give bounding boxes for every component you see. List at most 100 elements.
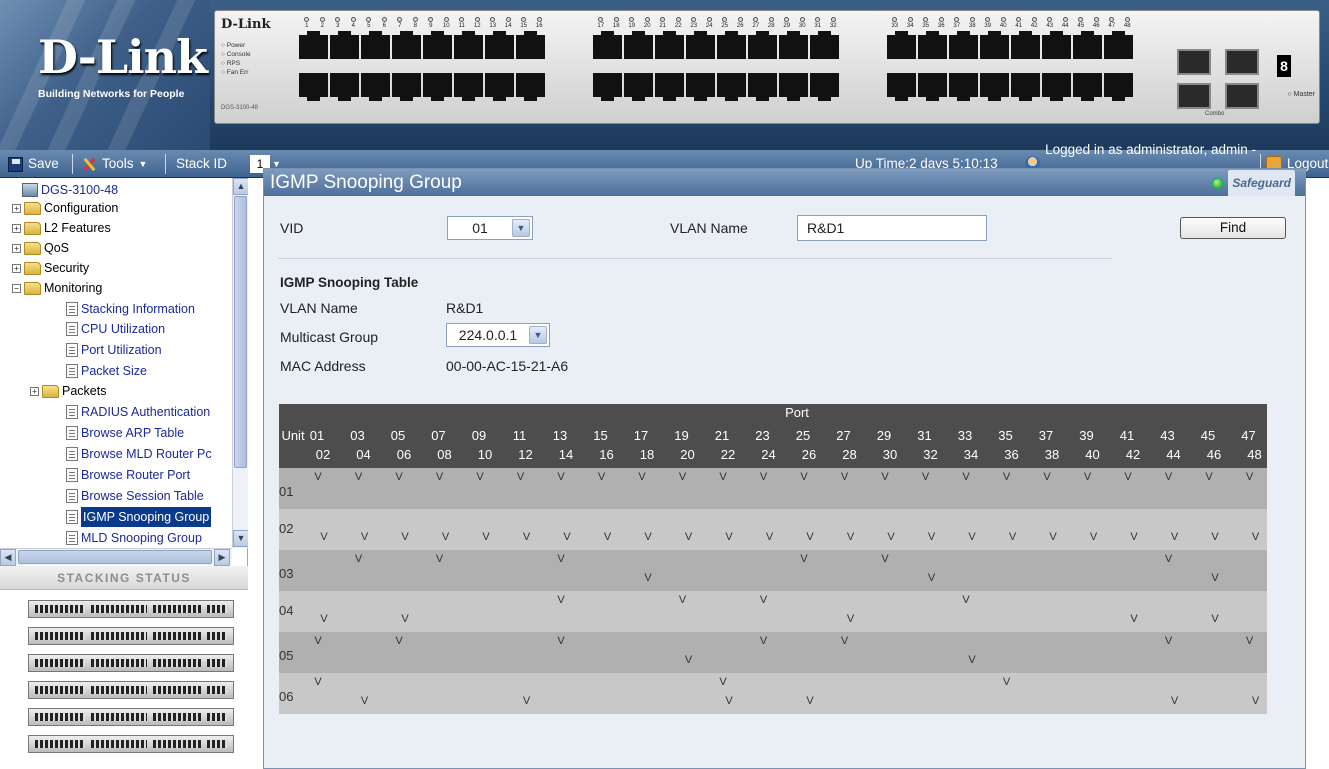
stack-unit-icon[interactable] [28,708,234,726]
sidebar-item-security[interactable]: + Security [12,258,89,278]
ethernet-port[interactable] [361,73,390,101]
ethernet-port[interactable] [593,31,622,59]
ethernet-port[interactable] [423,73,452,101]
sidebar-item-monitoring[interactable]: − Monitoring [12,278,102,298]
sidebar-item-cpu-utilization[interactable]: CPU Utilization [66,319,165,339]
scroll-down-icon[interactable]: ▼ [233,530,248,547]
scroll-up-icon[interactable]: ▲ [233,178,248,195]
chevron-down-icon[interactable]: ▼ [529,326,547,344]
multicast-group-select[interactable]: 224.0.0.1 ▼ [446,323,550,347]
scroll-thumb[interactable] [18,550,212,564]
ethernet-port[interactable] [1011,73,1040,101]
ethernet-port[interactable] [423,31,452,59]
stack-unit-icon[interactable] [28,681,234,699]
ethernet-port[interactable] [779,73,808,101]
ethernet-port[interactable] [887,73,916,101]
ethernet-port[interactable] [361,31,390,59]
ethernet-port[interactable] [1011,31,1040,59]
sidebar-item-packet-size[interactable]: Packet Size [66,361,147,381]
find-button[interactable]: Find [1180,217,1286,239]
sidebar-item-stacking-information[interactable]: Stacking Information [66,299,195,319]
ethernet-port[interactable] [949,73,978,101]
ethernet-port[interactable] [980,73,1009,101]
expand-icon[interactable]: + [12,203,21,213]
sidebar-item-mld-snooping-group[interactable]: MLD Snooping Group [66,528,202,548]
ethernet-port[interactable] [624,31,653,59]
ethernet-port[interactable] [748,73,777,101]
ethernet-port[interactable] [810,31,839,59]
ethernet-port[interactable] [887,31,916,59]
ethernet-port[interactable] [330,31,359,59]
expand-icon[interactable]: + [30,386,39,396]
port-member-mark: V [684,654,693,666]
ethernet-port[interactable] [810,73,839,101]
ethernet-port[interactable] [1073,73,1102,101]
ethernet-port[interactable] [918,73,947,101]
ethernet-port[interactable] [655,73,684,101]
ethernet-port[interactable] [454,73,483,101]
sfp-port[interactable] [1225,49,1259,75]
sidebar-item-qos[interactable]: + QoS [12,238,69,258]
vid-select[interactable]: 01 ▼ [447,216,533,240]
ethernet-port[interactable] [655,31,684,59]
stack-unit-icon[interactable] [28,627,234,645]
chevron-down-icon[interactable]: ▼ [512,219,530,237]
ethernet-port[interactable] [1073,31,1102,59]
ethernet-port[interactable] [485,73,514,101]
sfp-port[interactable] [1177,83,1211,109]
ethernet-port[interactable] [1104,31,1133,59]
sidebar-item-browse-mld-router-port[interactable]: Browse MLD Router Pc [66,444,212,464]
ethernet-port[interactable] [949,31,978,59]
tree-root[interactable]: DGS-3100-48 [22,180,118,200]
ethernet-port[interactable] [980,31,1009,59]
expand-icon[interactable]: + [12,223,21,233]
ethernet-port[interactable] [686,31,715,59]
sidebar-item-radius-authentication[interactable]: RADIUS Authentication [66,402,210,422]
ethernet-port[interactable] [686,73,715,101]
stack-unit-icon[interactable] [28,654,234,672]
save-button[interactable]: Save [8,150,59,178]
ethernet-port[interactable] [1042,73,1071,101]
device-front-panel[interactable]: D-Link ○ Power ○ Console ○ RPS ○ Fan Err… [214,10,1320,124]
sidebar-vertical-scrollbar[interactable]: ▲ ▼ [232,178,248,548]
ethernet-port[interactable] [748,31,777,59]
scroll-thumb[interactable] [234,196,247,468]
ethernet-port[interactable] [392,73,421,101]
ethernet-port[interactable] [299,73,328,101]
sidebar-item-igmp-snooping-group[interactable]: IGMP Snooping Group [66,507,212,527]
sidebar-horizontal-scrollbar[interactable]: ◀ ▶ [0,548,232,566]
sidebar-item-l2-features[interactable]: + L2 Features [12,218,111,238]
sidebar-item-configuration[interactable]: + Configuration [12,198,118,218]
ethernet-port[interactable] [779,31,808,59]
ethernet-port[interactable] [624,73,653,101]
sidebar-item-packets[interactable]: + Packets [30,381,106,401]
ethernet-port[interactable] [516,73,545,101]
ethernet-port[interactable] [516,31,545,59]
ethernet-port[interactable] [485,31,514,59]
expand-icon[interactable]: + [12,263,21,273]
ethernet-port[interactable] [717,73,746,101]
stack-unit-icon[interactable] [28,735,234,753]
sfp-port[interactable] [1225,83,1259,109]
expand-icon[interactable]: + [12,243,21,253]
ethernet-port[interactable] [1042,31,1071,59]
ethernet-port[interactable] [717,31,746,59]
ethernet-port[interactable] [392,31,421,59]
scroll-left-icon[interactable]: ◀ [0,549,16,566]
sfp-port[interactable] [1177,49,1211,75]
ethernet-port[interactable] [593,73,622,101]
stack-unit-icon[interactable] [28,600,234,618]
tools-menu[interactable]: Tools ▼ [82,150,147,178]
sidebar-item-browse-session-table[interactable]: Browse Session Table [66,486,204,506]
vlan-name-input[interactable]: R&D1 [797,215,987,241]
sidebar-item-browse-arp-table[interactable]: Browse ARP Table [66,423,184,443]
sidebar-item-port-utilization[interactable]: Port Utilization [66,340,162,360]
ethernet-port[interactable] [299,31,328,59]
sidebar-item-browse-router-port[interactable]: Browse Router Port [66,465,190,485]
collapse-icon[interactable]: − [12,283,21,293]
scroll-right-icon[interactable]: ▶ [214,549,230,566]
ethernet-port[interactable] [918,31,947,59]
ethernet-port[interactable] [1104,73,1133,101]
ethernet-port[interactable] [330,73,359,101]
ethernet-port[interactable] [454,31,483,59]
